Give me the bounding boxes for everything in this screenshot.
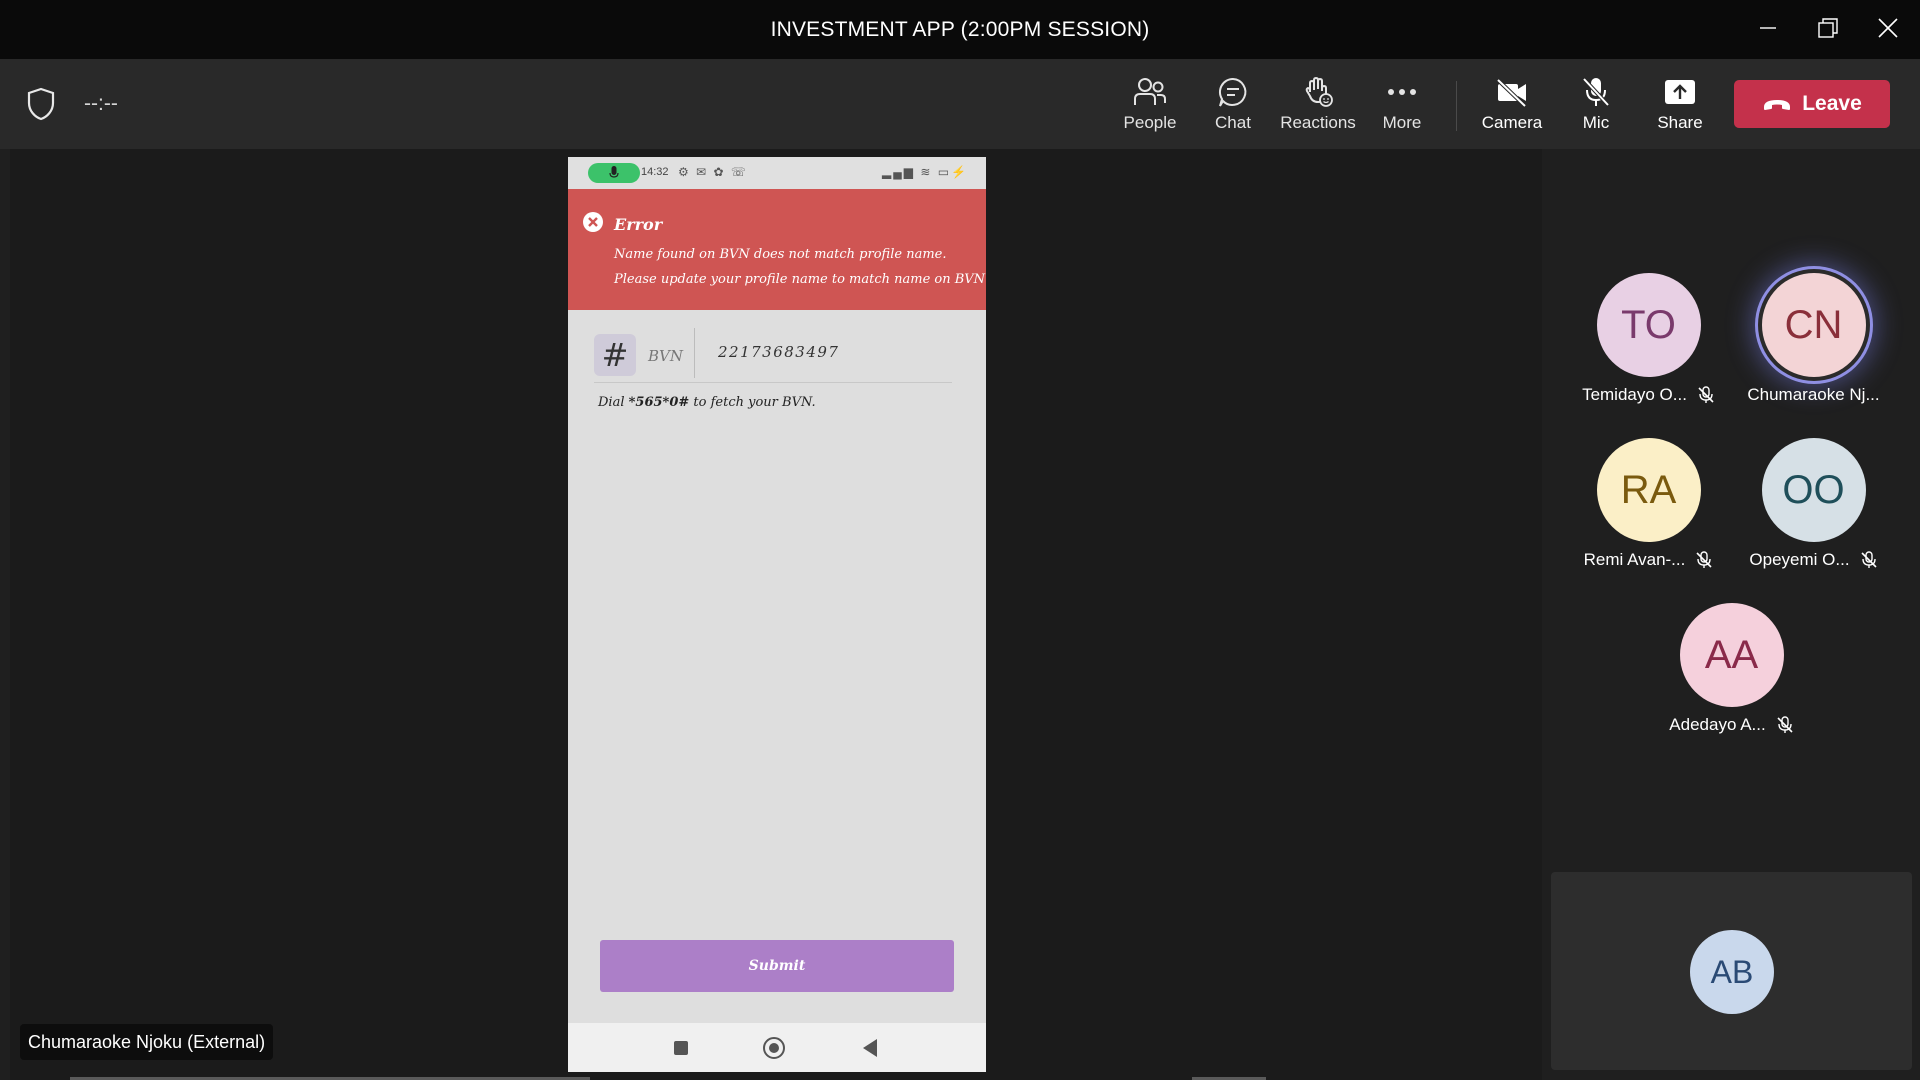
- camera-button[interactable]: Camera: [1470, 73, 1554, 143]
- notification-icons: ⚙ ✉ ✿ ☏: [678, 165, 748, 179]
- mic-button[interactable]: Mic: [1554, 73, 1638, 143]
- restore-button[interactable]: [1808, 10, 1848, 46]
- participant-name-row: Remi Avan-...: [1566, 550, 1731, 570]
- more-button[interactable]: More: [1360, 73, 1444, 143]
- error-close-icon[interactable]: [582, 211, 604, 233]
- leave-button[interactable]: Leave: [1734, 80, 1890, 128]
- reactions-label: Reactions: [1280, 113, 1356, 132]
- dial-hint: Dial *565*0# to fetch your BVN.: [598, 395, 816, 410]
- avatar: TO: [1596, 273, 1701, 377]
- self-video-tile[interactable]: AB: [1551, 872, 1912, 1070]
- chat-button[interactable]: Chat: [1191, 73, 1275, 143]
- window-title: INVESTMENT APP (2:00PM SESSION): [770, 18, 1150, 41]
- submit-button[interactable]: Submit: [600, 940, 954, 992]
- participant-name-row: Chumaraoke Nj...: [1731, 385, 1896, 405]
- minimize-button[interactable]: [1748, 10, 1788, 46]
- mic-label: Mic: [1582, 113, 1610, 132]
- title-bar: INVESTMENT APP (2:00PM SESSION): [0, 0, 1920, 59]
- muted-mic-icon: [1777, 716, 1793, 733]
- people-label: People: [1123, 113, 1177, 132]
- bvn-value[interactable]: 22173683497: [718, 343, 839, 361]
- phone-status-bar: 14:32 ⚙ ✉ ✿ ☏ ▂▄▆ ≋ ▭⚡: [568, 157, 986, 189]
- raise-hand-icon: [1305, 76, 1333, 107]
- mic-off-icon: [1582, 77, 1610, 107]
- participant-tile[interactable]: RA Remi Avan-...: [1566, 438, 1731, 570]
- restore-icon: [1818, 18, 1838, 38]
- close-icon: [1878, 18, 1898, 38]
- signal-battery-icons: ▂▄▆ ≋ ▭⚡: [882, 165, 968, 179]
- meeting-toolbar: --:-- People Chat Reactions More Camera …: [0, 59, 1920, 149]
- people-button[interactable]: People: [1108, 73, 1192, 143]
- more-label: More: [1382, 113, 1422, 132]
- meeting-timer: --:--: [84, 92, 118, 115]
- presenter-name-tag: Chumaraoke Njoku (External): [20, 1024, 274, 1060]
- camera-off-icon: [1496, 78, 1527, 107]
- avatar: RA: [1596, 438, 1701, 542]
- error-title: Error: [614, 215, 663, 234]
- shield-icon[interactable]: [26, 87, 56, 126]
- participant-name: Opeyemi O...: [1749, 550, 1850, 569]
- avatar: CN: [1761, 273, 1866, 377]
- close-button[interactable]: [1868, 10, 1908, 46]
- muted-mic-icon: [1860, 551, 1877, 568]
- home-icon[interactable]: [763, 1037, 785, 1059]
- toolbar-divider: [1456, 81, 1457, 131]
- participant-tile[interactable]: AA Adedayo A...: [1649, 603, 1814, 735]
- phone-clock: 14:32: [641, 166, 669, 178]
- hang-up-icon: [1764, 100, 1791, 110]
- share-screen-icon: [1665, 80, 1695, 104]
- chat-label: Chat: [1215, 113, 1251, 132]
- leave-label: Leave: [1802, 92, 1862, 115]
- participant-tile[interactable]: TO Temidayo O...: [1566, 273, 1731, 405]
- error-message-line1: Name found on BVN does not match profile…: [614, 247, 947, 262]
- bvn-divider: [694, 328, 695, 378]
- bvn-input-field[interactable]: # BVN 22173683497: [594, 328, 952, 383]
- participant-name-row: Temidayo O...: [1566, 385, 1731, 405]
- self-avatar: AB: [1690, 930, 1774, 1014]
- share-label: Share: [1657, 113, 1703, 132]
- participant-name: Chumaraoke Nj...: [1747, 385, 1880, 404]
- camera-label: Camera: [1481, 113, 1543, 132]
- dial-code: *565*0#: [628, 395, 690, 410]
- people-icon: [1134, 78, 1166, 105]
- muted-mic-icon: [1698, 386, 1714, 403]
- chat-icon: [1218, 77, 1247, 107]
- hash-icon: #: [594, 334, 636, 376]
- more-icon: [1388, 89, 1416, 95]
- avatar: AA: [1679, 603, 1784, 707]
- share-button[interactable]: Share: [1638, 73, 1722, 143]
- participant-name: Temidayo O...: [1582, 385, 1687, 404]
- participant-name: Adedayo A...: [1669, 715, 1766, 734]
- error-banner: Error Name found on BVN does not match p…: [568, 189, 986, 310]
- bvn-label: BVN: [648, 347, 683, 365]
- dial-prefix: Dial: [598, 395, 629, 410]
- dial-suffix: to fetch your BVN.: [689, 395, 816, 410]
- participant-tile-speaking[interactable]: CN Chumaraoke Nj...: [1731, 273, 1896, 405]
- participant-name-row: Opeyemi O...: [1731, 550, 1896, 570]
- recording-mic-icon: [588, 163, 640, 183]
- participant-name-row: Adedayo A...: [1649, 715, 1814, 735]
- error-message-line2: Please update your profile name to match…: [614, 272, 986, 287]
- muted-mic-icon: [1696, 551, 1712, 568]
- minimize-icon: [1760, 27, 1776, 29]
- participant-name: Remi Avan-...: [1583, 550, 1686, 569]
- participant-tile[interactable]: OO Opeyemi O...: [1731, 438, 1896, 570]
- reactions-button[interactable]: Reactions: [1276, 73, 1360, 143]
- shared-phone-screen: 14:32 ⚙ ✉ ✿ ☏ ▂▄▆ ≋ ▭⚡ Error Name found …: [568, 157, 986, 1072]
- avatar: OO: [1761, 438, 1866, 542]
- android-nav-bar: [568, 1023, 986, 1072]
- recents-icon[interactable]: [674, 1041, 688, 1055]
- back-icon[interactable]: [863, 1039, 877, 1057]
